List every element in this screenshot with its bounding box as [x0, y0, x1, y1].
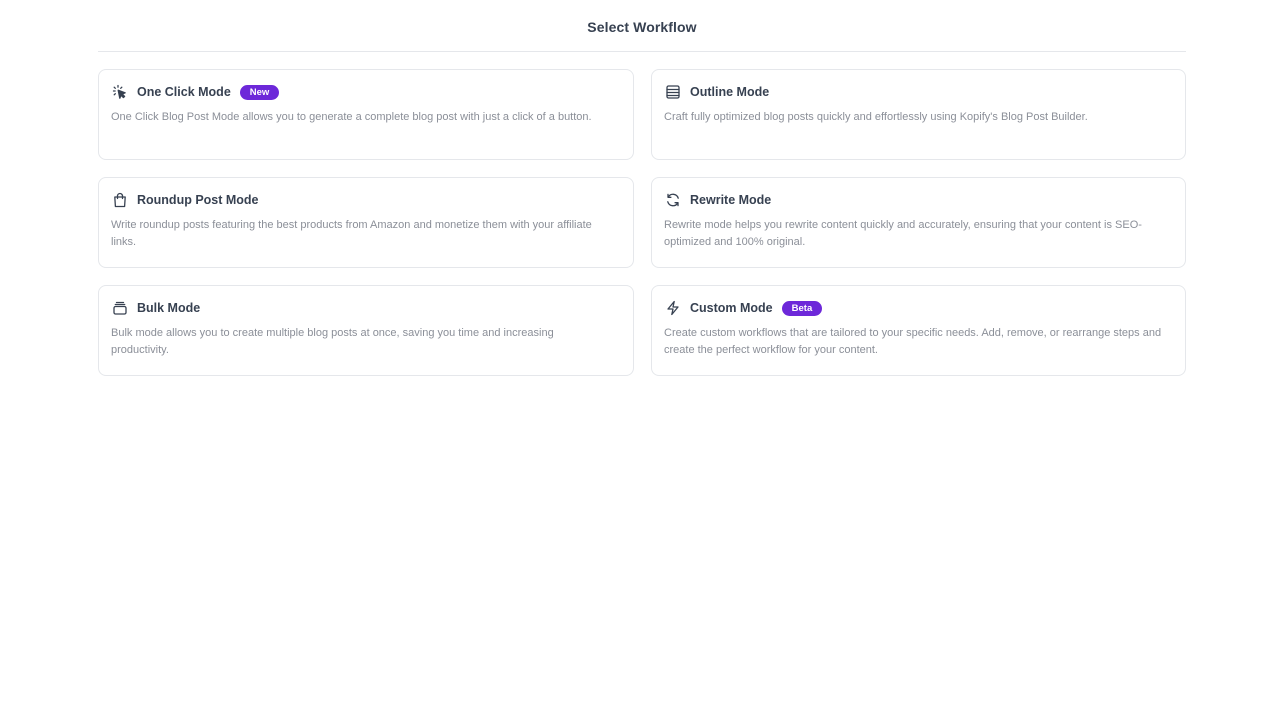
- workflow-card-bulk[interactable]: Bulk Mode Bulk mode allows you to create…: [98, 285, 634, 376]
- card-title: Bulk Mode: [137, 301, 201, 315]
- card-title: Custom Mode: [690, 301, 773, 315]
- card-title: Rewrite Mode: [690, 193, 772, 207]
- refresh-icon: [664, 192, 681, 209]
- card-description: Rewrite mode helps you rewrite content q…: [664, 219, 1142, 248]
- page-header: Select Workflow: [98, 0, 1186, 52]
- workflow-grid: One Click Mode New One Click Blog Post M…: [98, 69, 1186, 376]
- card-description: Create custom workflows that are tailore…: [664, 327, 1162, 356]
- card-header: Roundup Post Mode: [111, 191, 621, 209]
- outline-list-icon: [664, 84, 681, 101]
- card-description: One Click Blog Post Mode allows you to g…: [111, 111, 592, 123]
- card-header: Rewrite Mode: [664, 191, 1173, 209]
- shopping-bag-icon: [111, 192, 128, 209]
- card-header: Bulk Mode: [111, 299, 621, 317]
- card-header: One Click Mode New: [111, 83, 621, 101]
- workflow-card-roundup[interactable]: Roundup Post Mode Write roundup posts fe…: [98, 177, 634, 268]
- workflow-card-custom[interactable]: Custom Mode Beta Create custom workflows…: [651, 285, 1186, 376]
- card-title: Outline Mode: [690, 85, 770, 99]
- workflow-card-rewrite[interactable]: Rewrite Mode Rewrite mode helps you rewr…: [651, 177, 1186, 268]
- card-description: Bulk mode allows you to create multiple …: [111, 327, 554, 356]
- page-title: Select Workflow: [587, 18, 697, 35]
- workflow-page: Select Workflow One Click Mode New One C…: [0, 0, 1280, 720]
- tap-click-icon: [111, 84, 128, 101]
- workflow-card-outline[interactable]: Outline Mode Craft fully optimized blog …: [651, 69, 1186, 160]
- workflow-card-one-click[interactable]: One Click Mode New One Click Blog Post M…: [98, 69, 634, 160]
- new-badge: New: [239, 84, 280, 100]
- lightning-icon: [664, 300, 681, 317]
- card-description: Craft fully optimized blog posts quickly…: [664, 111, 1088, 123]
- stack-box-icon: [111, 300, 128, 317]
- card-description: Write roundup posts featuring the best p…: [111, 219, 592, 248]
- card-header: Custom Mode Beta: [664, 299, 1173, 317]
- card-title: Roundup Post Mode: [137, 193, 259, 207]
- card-title: One Click Mode: [137, 85, 231, 99]
- card-header: Outline Mode: [664, 83, 1173, 101]
- beta-badge: Beta: [781, 300, 823, 316]
